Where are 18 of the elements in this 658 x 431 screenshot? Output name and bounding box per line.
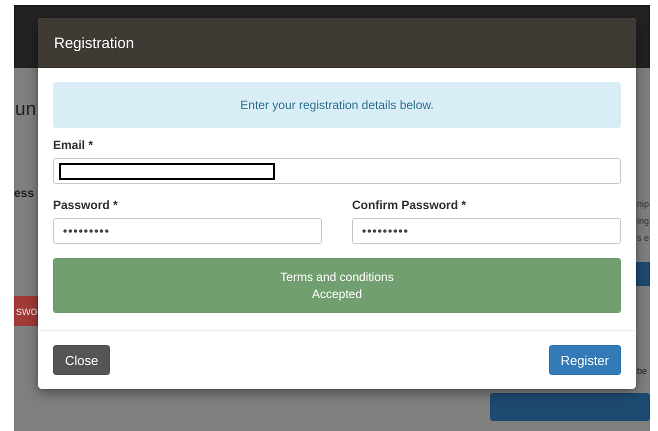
password-field[interactable]: ••••••••• xyxy=(53,218,322,244)
password-field[interactable]: ••••••••• xyxy=(352,218,621,244)
info-message: Enter your registration details below. xyxy=(53,82,621,128)
register-button[interactable]: Register xyxy=(548,345,621,375)
field-label: Password * xyxy=(53,198,119,212)
field-label: Confirm Password * xyxy=(352,198,468,212)
page-text: ing xyxy=(637,215,650,228)
email-field[interactable] xyxy=(53,158,621,184)
page-heading: un xyxy=(15,99,36,121)
page-text: nip xyxy=(637,198,650,211)
terms-status: Accepted xyxy=(312,286,362,302)
page-text: be xyxy=(637,366,648,376)
dialog-title: Registration xyxy=(54,34,134,52)
close-button[interactable]: Close xyxy=(53,345,110,375)
field-label: ess xyxy=(14,186,34,200)
terms-title: Terms and conditions xyxy=(280,268,394,286)
field-label: Email * xyxy=(53,138,94,152)
page-text: s e xyxy=(637,232,650,245)
